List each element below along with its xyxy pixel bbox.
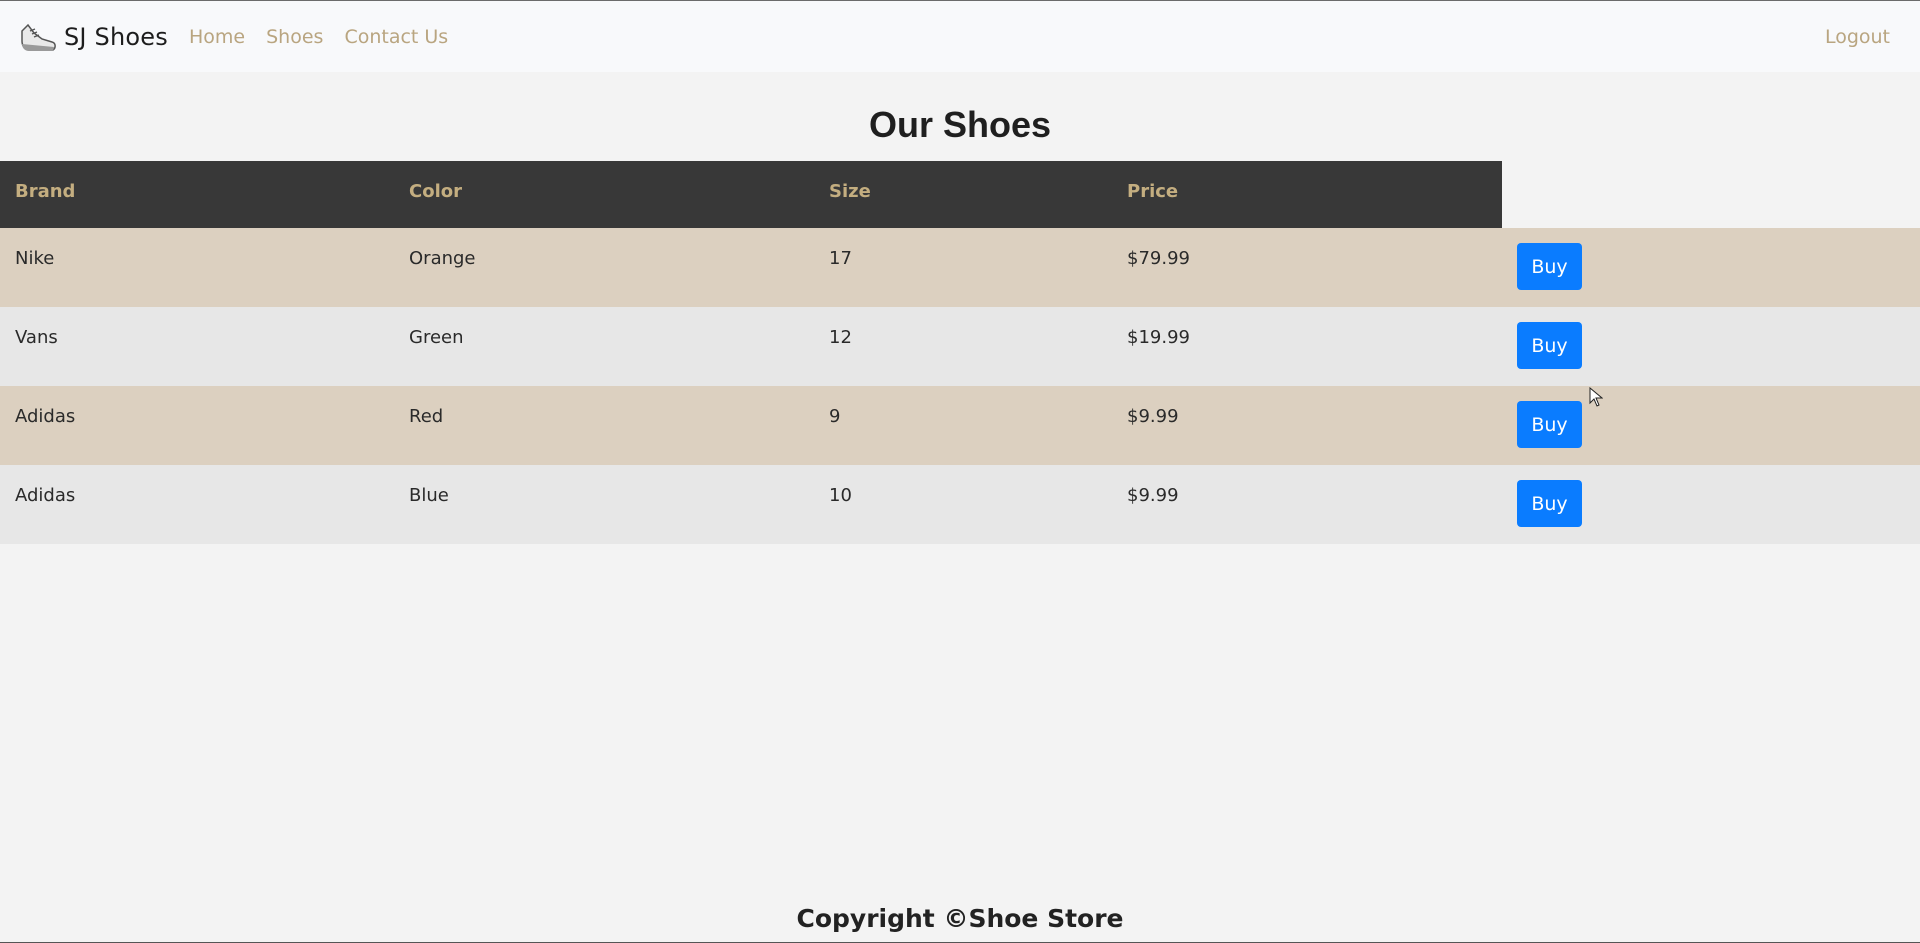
cell-brand: Nike bbox=[15, 248, 55, 269]
nav-link-contact-us[interactable]: Contact Us bbox=[344, 26, 448, 48]
cell-size: 9 bbox=[829, 406, 841, 427]
cell-price: $9.99 bbox=[1127, 406, 1179, 427]
cell-brand: Vans bbox=[15, 327, 58, 348]
cell-brand: Adidas bbox=[15, 485, 76, 506]
table-row: Adidas Blue 10 $9.99 Buy bbox=[0, 465, 1920, 544]
cell-color: Red bbox=[409, 406, 444, 427]
footer-copyright: Copyright ©Shoe Store bbox=[796, 904, 1124, 933]
mouse-cursor-icon bbox=[1589, 386, 1604, 411]
shoe-icon bbox=[18, 17, 58, 57]
cell-price: $79.99 bbox=[1127, 248, 1190, 269]
page-title: Our Shoes bbox=[868, 104, 1052, 145]
nav-links: Home Shoes Contact Us bbox=[189, 26, 469, 48]
table-row: Vans Green 12 $19.99 Buy bbox=[0, 307, 1920, 386]
cell-color: Blue bbox=[409, 485, 449, 506]
logout-link[interactable]: Logout bbox=[1825, 26, 1890, 48]
top-navbar: SJ Shoes Home Shoes Contact Us Logout bbox=[0, 0, 1920, 72]
table-row: Adidas Red 9 $9.99 Buy bbox=[0, 386, 1920, 465]
cell-color: Orange bbox=[409, 248, 476, 269]
table-header: Brand Color Size Price bbox=[0, 161, 1502, 228]
buy-button[interactable]: Buy bbox=[1517, 243, 1582, 290]
cell-price: $9.99 bbox=[1127, 485, 1179, 506]
nav-link-shoes[interactable]: Shoes bbox=[266, 26, 323, 48]
cell-size: 12 bbox=[829, 327, 852, 348]
buy-button[interactable]: Buy bbox=[1517, 322, 1582, 369]
column-header-price: Price bbox=[1127, 181, 1179, 202]
cell-price: $19.99 bbox=[1127, 327, 1190, 348]
brand[interactable]: SJ Shoes bbox=[18, 17, 168, 57]
nav-link-home[interactable]: Home bbox=[189, 26, 245, 48]
shoes-table: Brand Color Size Price Nike Orange 17 $7… bbox=[0, 161, 1920, 544]
buy-button[interactable]: Buy bbox=[1517, 401, 1582, 448]
cell-size: 10 bbox=[829, 485, 852, 506]
cell-size: 17 bbox=[829, 248, 852, 269]
table-row: Nike Orange 17 $79.99 Buy bbox=[0, 228, 1920, 307]
cell-color: Green bbox=[409, 327, 464, 348]
cell-brand: Adidas bbox=[15, 406, 76, 427]
column-header-size: Size bbox=[829, 181, 871, 202]
column-header-brand: Brand bbox=[15, 181, 76, 202]
brand-name: SJ Shoes bbox=[64, 23, 168, 51]
buy-button[interactable]: Buy bbox=[1517, 480, 1582, 527]
column-header-color: Color bbox=[409, 181, 462, 202]
